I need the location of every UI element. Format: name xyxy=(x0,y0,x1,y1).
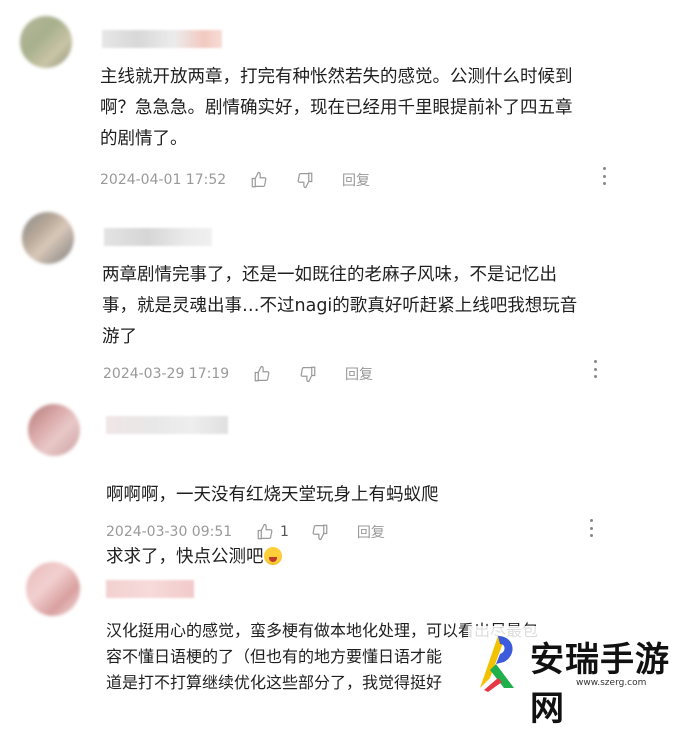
comment-meta: 2024-04-01 17:52 回复 xyxy=(100,170,398,190)
thumbs-up-icon xyxy=(251,171,267,188)
comment-meta: 2024-03-30 09:51 1 回复 xyxy=(106,522,413,542)
reply-button[interactable]: 回复 xyxy=(345,364,373,384)
more-vertical-icon[interactable] xyxy=(592,360,598,378)
comment-line-with-emoji: 求求了，快点公测吧 xyxy=(106,542,606,573)
thumbs-down-icon xyxy=(297,172,313,189)
like-button[interactable]: 1 xyxy=(256,523,289,541)
comment-date: 2024-04-01 17:52 xyxy=(100,172,227,188)
avatar[interactable] xyxy=(26,562,80,616)
reply-button[interactable]: 回复 xyxy=(357,522,385,542)
avatar[interactable] xyxy=(22,212,74,264)
watermark-url: www.szerg.com xyxy=(576,678,647,688)
dislike-button[interactable] xyxy=(311,523,329,541)
dislike-button[interactable] xyxy=(299,365,317,383)
thumbs-down-icon xyxy=(300,366,316,383)
avatar[interactable] xyxy=(28,404,80,456)
comment-line: 求求了，快点公测吧 xyxy=(106,547,264,567)
thumbs-up-icon xyxy=(257,523,273,540)
crying-face-emoji xyxy=(263,547,282,565)
thumbs-up-icon xyxy=(254,365,270,382)
comment-text: 主线就开放两章，打完有种怅然若失的感觉。公测什么时候到 啊？急急急。剧情确实好，… xyxy=(100,67,573,149)
more-vertical-icon[interactable] xyxy=(601,167,607,185)
like-button[interactable] xyxy=(250,171,268,189)
thumbs-down-icon xyxy=(312,524,328,541)
site-logo-icon xyxy=(480,636,514,692)
more-vertical-icon[interactable] xyxy=(588,519,594,537)
comment-date: 2024-03-29 17:19 xyxy=(103,366,230,382)
like-count: 1 xyxy=(280,524,289,540)
username-blurred[interactable] xyxy=(106,416,228,434)
username-blurred[interactable] xyxy=(106,580,194,598)
comment-text: 两章剧情完事了，还是一如既往的老麻子风味，不是记忆出 事，就是灵魂出事…不过na… xyxy=(102,265,578,347)
reply-button[interactable]: 回复 xyxy=(342,170,370,190)
comment-meta: 2024-03-29 17:19 回复 xyxy=(103,364,401,384)
like-button[interactable] xyxy=(253,365,271,383)
avatar[interactable] xyxy=(20,16,72,68)
comment-date: 2024-03-30 09:51 xyxy=(106,524,233,540)
comment-line: 啊啊啊，一天没有红烧天堂玩身上有蚂蚁爬 xyxy=(106,485,439,505)
username-blurred[interactable] xyxy=(102,30,222,48)
watermark: 安瑞手游网 www.szerg.com xyxy=(468,626,700,729)
username-blurred[interactable] xyxy=(104,228,212,246)
dislike-button[interactable] xyxy=(296,171,314,189)
